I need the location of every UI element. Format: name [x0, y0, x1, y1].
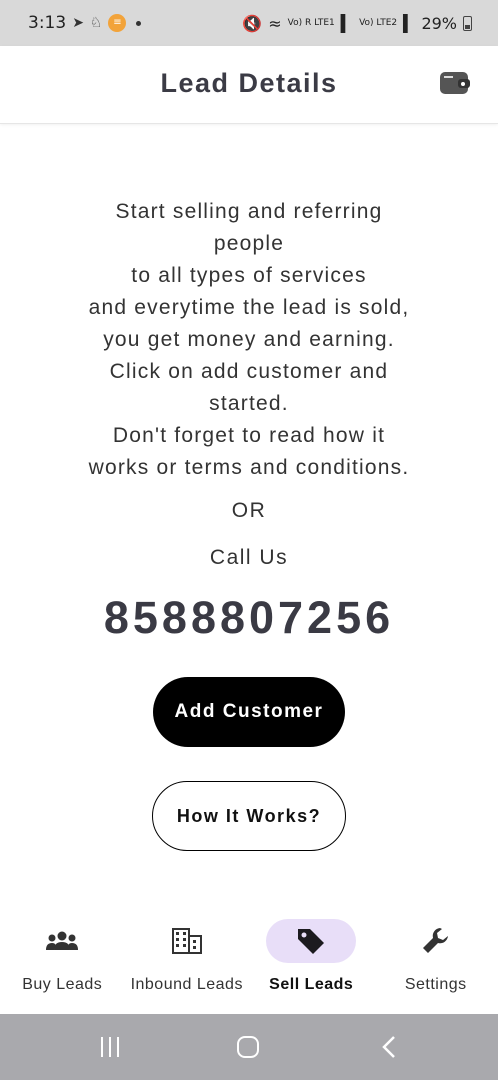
intro-line: works or terms and conditions. — [88, 456, 410, 479]
system-navigation-bar — [0, 1014, 498, 1080]
nav-label: Sell Leads — [269, 976, 354, 993]
battery-percent: 29% — [421, 13, 457, 33]
call-us-label: Call Us — [209, 546, 289, 569]
back-button[interactable] — [378, 1034, 400, 1060]
nav-icon-container — [17, 919, 107, 963]
how-it-works-button[interactable]: How It Works? — [152, 781, 346, 851]
wifi-icon: ≈ — [268, 13, 282, 33]
status-time: 3:13 — [28, 13, 67, 33]
nav-label: Buy Leads — [22, 976, 103, 993]
app-header: Lead Details — [0, 46, 498, 124]
status-left: 3:13 ➤ ♘ ≡ — [28, 13, 142, 33]
signal-sim1: Vo) R LTE1 — [287, 17, 335, 28]
status-bar: 3:13 ➤ ♘ ≡ 🔇 ≈ Vo) R LTE1 ▍ Vo) LTE2 ▍ 2… — [0, 0, 498, 46]
back-chevron-icon — [382, 1036, 395, 1058]
nav-icon-container — [266, 919, 357, 963]
intro-line: Click on add customer and — [109, 360, 389, 383]
intro-line: people — [213, 232, 285, 255]
nav-label: Settings — [404, 976, 467, 993]
signal-bars-2-icon: ▍ — [403, 13, 416, 33]
intro-line: and everytime the lead is sold, — [88, 296, 410, 319]
nav-icon-container — [142, 919, 232, 963]
signal-sim2: Vo) LTE2 — [359, 17, 398, 28]
status-right: 🔇 ≈ Vo) R LTE1 ▍ Vo) LTE2 ▍ 29% — [242, 14, 472, 33]
nav-item-settings[interactable]: Settings — [374, 900, 498, 1014]
signal-bars-1-icon: ▍ — [340, 13, 354, 33]
intro-line: started. — [209, 392, 289, 415]
or-separator: OR — [231, 499, 267, 522]
intro-text: Start selling and referring people to al… — [50, 196, 448, 484]
wrench-icon — [422, 928, 448, 953]
group-icon — [46, 931, 79, 950]
intro-line: to all types of services — [131, 264, 367, 287]
nav-item-inbound-leads[interactable]: Inbound Leads — [125, 900, 250, 1014]
nav-item-buy-leads[interactable]: Buy Leads — [0, 900, 125, 1014]
page-title: Lead Details — [160, 68, 338, 98]
more-notifications-dot — [136, 20, 142, 26]
tag-icon — [298, 929, 325, 954]
home-button[interactable] — [236, 1034, 260, 1060]
intro-line: Start selling and referring — [115, 200, 383, 223]
building-icon — [171, 928, 202, 954]
battery-icon — [463, 15, 472, 31]
nav-label: Inbound Leads — [130, 976, 243, 993]
app-notification-icon: ≡ — [108, 14, 127, 32]
add-customer-button[interactable]: Add Customer — [153, 677, 345, 747]
intro-line: you get money and earning. — [103, 328, 395, 351]
mute-icon: 🔇 — [242, 13, 263, 33]
recents-button[interactable] — [98, 1034, 122, 1060]
wallet-icon[interactable] — [440, 72, 470, 94]
nav-item-sell-leads[interactable]: Sell Leads — [249, 900, 374, 1014]
intro-line: Don't forget to read how it — [112, 424, 386, 447]
phone-number[interactable]: 8588807256 — [0, 592, 498, 644]
nav-icon-container — [391, 919, 481, 963]
trophy-icon: ♘ — [89, 15, 103, 31]
bottom-navigation: Buy Leads Inbound Leads Sell Leads Setti… — [0, 900, 498, 1014]
telegram-icon: ➤ — [72, 15, 84, 31]
